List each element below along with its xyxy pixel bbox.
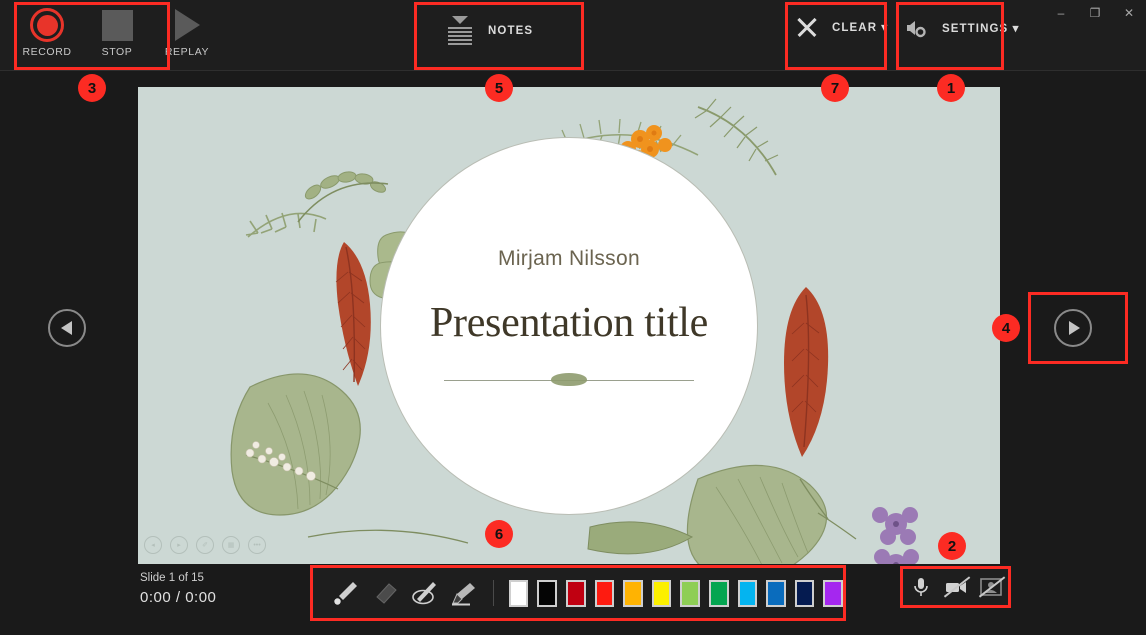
toolbar-divider <box>493 580 494 606</box>
overlay-pen-icon[interactable]: ✐ <box>196 536 214 554</box>
chevron-left-icon <box>60 321 72 335</box>
microphone-icon[interactable] <box>908 574 934 600</box>
annotation-badge-6: 6 <box>485 520 513 548</box>
stop-square-icon <box>101 6 133 44</box>
slide-counter: Slide 1 of 15 <box>140 572 204 584</box>
camera-controls <box>903 569 1008 605</box>
record-circle-icon <box>30 6 64 44</box>
annotation-badge-2: 2 <box>938 532 966 560</box>
notes-icon <box>446 16 474 46</box>
status-area: Slide 1 of 15 0:00 / 0:00 <box>140 572 216 606</box>
presenter-view-off-icon[interactable] <box>978 574 1005 600</box>
divider-leaf-icon <box>551 373 587 386</box>
record-button[interactable]: RECORD <box>22 6 72 58</box>
overlay-prev-icon[interactable]: ◂ <box>144 536 162 554</box>
color-swatch-red[interactable] <box>594 579 615 607</box>
recording-timer: 0:00 / 0:00 <box>140 589 217 606</box>
annotation-badge-5: 5 <box>485 74 513 102</box>
camera-off-icon[interactable] <box>943 574 970 600</box>
stop-button[interactable]: STOP <box>94 6 140 58</box>
annotation-badge-4: 4 <box>992 314 1020 342</box>
annotation-badge-1: 1 <box>937 74 965 102</box>
clear-button[interactable]: CLEAR ▾ <box>790 12 894 42</box>
color-swatch-light-green[interactable] <box>680 579 700 607</box>
notes-label: NOTES <box>488 25 534 37</box>
record-stop-replay-group: RECORD STOP REPLAY <box>22 6 210 58</box>
color-swatch-orange[interactable] <box>623 579 643 607</box>
color-swatch-white[interactable] <box>508 579 529 607</box>
annotation-badge-7: 7 <box>821 74 849 102</box>
slide-author-text: Mirjam Nilsson <box>498 247 640 270</box>
overlay-grid-icon[interactable]: ▦ <box>222 536 240 554</box>
overlay-play-icon[interactable]: ▸ <box>170 536 188 554</box>
annotation-badge-3: 3 <box>78 74 106 102</box>
highlighter-tool[interactable] <box>448 578 478 608</box>
minimize-icon[interactable]: – <box>1044 0 1078 26</box>
replay-button[interactable]: REPLAY <box>164 6 210 58</box>
color-swatch-black[interactable] <box>537 579 557 607</box>
close-icon[interactable]: ✕ <box>1112 0 1146 26</box>
color-swatch-yellow[interactable] <box>651 579 672 607</box>
slide-canvas[interactable]: Mirjam Nilsson Presentation title ◂ ▸ ✐ … <box>138 87 1000 564</box>
color-swatch-green[interactable] <box>708 579 729 607</box>
window-controls: – ❐ ✕ <box>1044 0 1146 26</box>
lasso-select-tool[interactable] <box>409 578 439 608</box>
speaker-gear-icon <box>904 16 928 40</box>
stop-label: STOP <box>101 46 133 58</box>
settings-label: SETTINGS ▾ <box>942 23 1020 35</box>
powerpoint-recording-window: RECORD STOP REPLAY NOTES CLEAR ▾ SETTING… <box>0 0 1146 635</box>
next-slide-button[interactable] <box>1054 309 1092 347</box>
ink-toolbar <box>313 568 843 618</box>
previous-slide-button[interactable] <box>48 309 86 347</box>
close-x-icon <box>796 16 818 38</box>
restore-icon[interactable]: ❐ <box>1078 0 1112 26</box>
notes-button[interactable]: NOTES <box>440 12 539 50</box>
overlay-more-icon[interactable]: ••• <box>248 536 266 554</box>
color-swatch-cyan[interactable] <box>737 579 758 607</box>
page-title: Presentation title <box>429 300 709 346</box>
color-swatch-navy[interactable] <box>794 579 815 607</box>
clear-label: CLEAR ▾ <box>832 22 889 34</box>
top-toolbar: RECORD STOP REPLAY NOTES CLEAR ▾ SETTING… <box>0 0 1146 71</box>
color-swatch-purple[interactable] <box>823 579 843 607</box>
record-label: RECORD <box>22 46 72 58</box>
play-triangle-icon <box>174 6 200 44</box>
presenter-overlay-controls: ◂ ▸ ✐ ▦ ••• <box>144 536 266 554</box>
pen-tool[interactable] <box>331 578 361 608</box>
chevron-right-icon <box>1069 321 1080 335</box>
settings-button[interactable]: SETTINGS ▾ <box>898 12 1025 44</box>
color-swatch-blue[interactable] <box>766 579 786 607</box>
eraser-tool[interactable] <box>370 578 400 608</box>
color-swatch-dark-red[interactable] <box>565 579 586 607</box>
replay-label: REPLAY <box>164 46 210 58</box>
